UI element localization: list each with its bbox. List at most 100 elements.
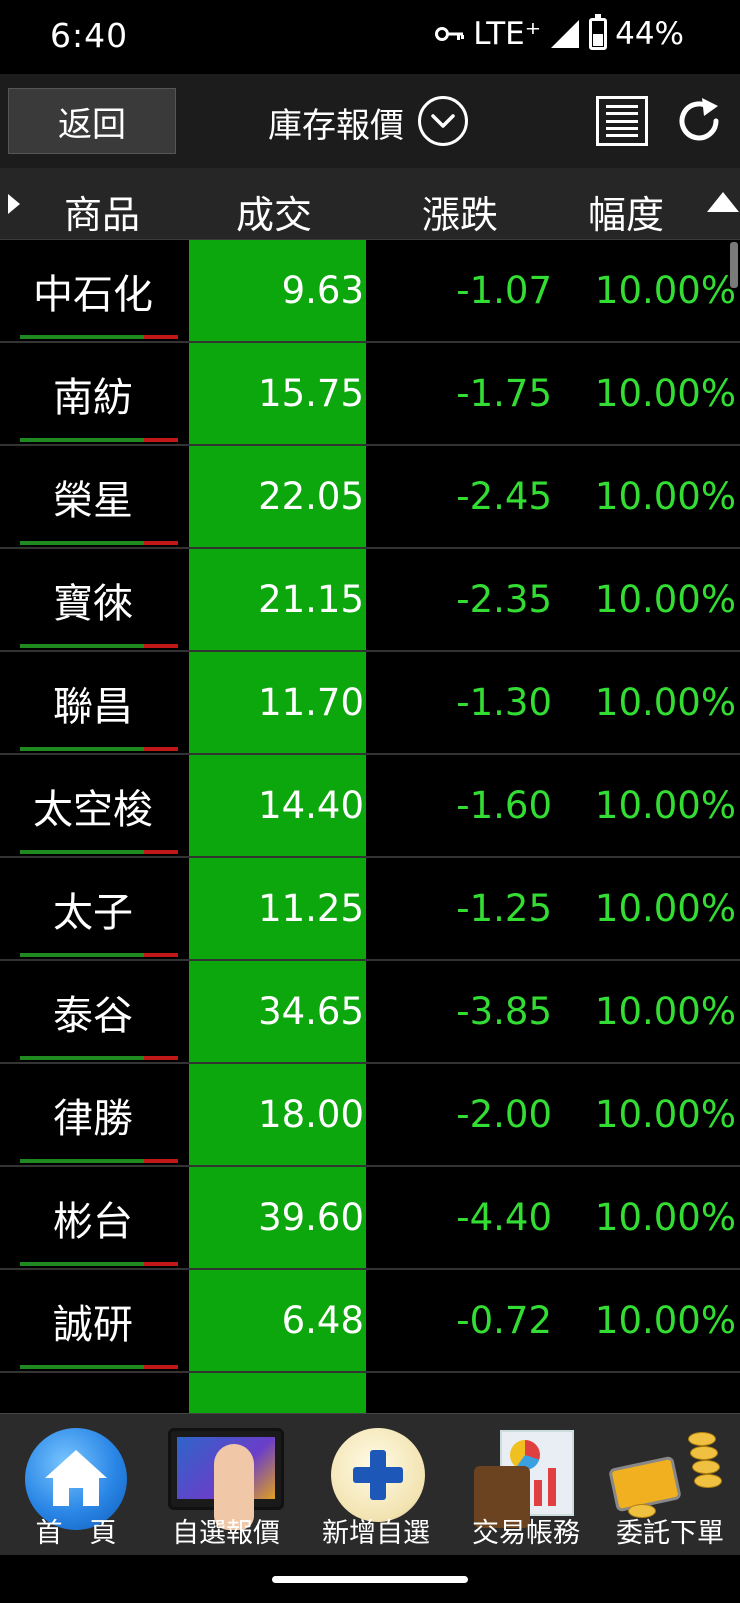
table-row[interactable]: 誠研 6.48 -0.72 10.00% xyxy=(0,1270,740,1373)
table-row[interactable]: 律勝 18.00 -2.00 10.00% xyxy=(0,1064,740,1167)
price-cell[interactable]: 15.75 xyxy=(189,343,366,444)
product-name[interactable]: 律勝 xyxy=(0,1064,186,1165)
table-row[interactable]: 太空梭 14.40 -1.60 10.00% xyxy=(0,755,740,858)
status-bar: 6:40 LTE⁺ 44% xyxy=(0,0,740,74)
change-cell[interactable]: -1.75 xyxy=(372,343,552,444)
percent-cell[interactable]: 10.00% xyxy=(556,343,736,444)
change-cell[interactable]: -2.45 xyxy=(372,446,552,547)
percent-cell[interactable]: 10.00% xyxy=(556,1270,736,1371)
product-name[interactable]: 中石化 xyxy=(0,240,186,341)
product-name[interactable]: 泰谷 xyxy=(0,961,186,1062)
chevron-down-circle-icon[interactable] xyxy=(418,96,468,146)
product-name-text: 中石化 xyxy=(33,271,153,318)
battery-percent: 44% xyxy=(615,16,684,52)
table-header: 商品 成交 漲跌 幅度 xyxy=(0,168,740,240)
change-cell[interactable]: -1.60 xyxy=(372,755,552,856)
percent-cell[interactable]: 10.00% xyxy=(556,1167,736,1268)
price-cell[interactable]: 11.70 xyxy=(189,652,366,753)
percent-cell[interactable]: 10.00% xyxy=(556,1064,736,1165)
quote-table[interactable]: 中石化 9.63 -1.07 10.00% 南紡 15.75 -1.75 10.00% 榮星 22… xyxy=(0,240,740,1413)
status-time: 6:40 xyxy=(50,16,129,55)
price-cell[interactable]: 21.15 xyxy=(189,549,366,650)
price-cell[interactable]: 11.25 xyxy=(189,858,366,959)
table-row[interactable]: 榮星 22.05 -2.45 10.00% xyxy=(0,446,740,549)
nav-account[interactable]: 交易帳務 xyxy=(452,1414,600,1556)
change-cell[interactable]: -1.07 xyxy=(372,240,552,341)
column-header-price[interactable]: 成交 xyxy=(236,184,312,239)
nav-order[interactable]: 委託下單 xyxy=(600,1414,740,1556)
table-row[interactable]: 泰谷 34.65 -3.85 10.00% xyxy=(0,961,740,1064)
column-header-percent[interactable]: 幅度 xyxy=(588,184,664,239)
volume-ratio-bar xyxy=(20,747,178,751)
nav-add-watch[interactable]: 新增自選 xyxy=(300,1414,452,1556)
column-header-change[interactable]: 漲跌 xyxy=(422,184,498,239)
table-row[interactable]: 聯昌 11.70 -1.30 10.00% xyxy=(0,652,740,755)
sort-ascending-icon[interactable] xyxy=(707,192,739,212)
table-row[interactable]: 中石化 9.63 -1.07 10.00% xyxy=(0,240,740,343)
product-name-text: 律勝 xyxy=(53,1095,133,1142)
volume-ratio-bar xyxy=(20,1056,178,1060)
percent-cell[interactable]: 10.00% xyxy=(556,446,736,547)
signal-icon xyxy=(551,20,580,48)
price-cell[interactable]: 34.65 xyxy=(189,961,366,1062)
change-cell[interactable]: -2.35 xyxy=(372,549,552,650)
percent-cell[interactable]: 10.00% xyxy=(556,549,736,650)
product-name-text: 聯昌 xyxy=(53,683,133,730)
change-cell[interactable]: -0.72 xyxy=(372,1270,552,1371)
volume-ratio-bar xyxy=(20,335,178,339)
status-icons: LTE⁺ 44% xyxy=(435,14,684,52)
change-cell[interactable]: -1.25 xyxy=(372,858,552,959)
nav-watchlist-label: 自選報價 xyxy=(172,1518,280,1549)
product-name[interactable]: 南紡 xyxy=(0,343,186,444)
product-name[interactable]: 寶徠 xyxy=(0,549,186,650)
product-name-text: 寶徠 xyxy=(53,580,133,627)
volume-ratio-bar xyxy=(20,541,178,545)
refresh-icon[interactable] xyxy=(672,94,726,148)
table-row[interactable]: 寶徠 21.15 -2.35 10.00% xyxy=(0,549,740,652)
price-cell[interactable]: 9.63 xyxy=(189,240,366,341)
volume-ratio-bar xyxy=(20,1159,178,1163)
table-row[interactable]: 南紡 15.75 -1.75 10.00% xyxy=(0,343,740,446)
nav-watchlist[interactable]: 自選報價 xyxy=(152,1414,300,1556)
price-cell[interactable]: 6.48 xyxy=(189,1270,366,1371)
scroll-left-arrow-icon[interactable] xyxy=(8,194,20,214)
percent-cell[interactable]: 10.00% xyxy=(556,961,736,1062)
product-name[interactable]: 誠研 xyxy=(0,1270,186,1371)
percent-cell[interactable]: 10.00% xyxy=(556,652,736,753)
change-cell[interactable]: -4.40 xyxy=(372,1167,552,1268)
percent-cell[interactable]: 10.00% xyxy=(556,240,736,341)
list-menu-icon[interactable] xyxy=(596,96,648,146)
percent-cell[interactable]: 10.00% xyxy=(556,858,736,959)
table-row-partial[interactable] xyxy=(0,1373,740,1413)
change-cell[interactable]: -1.30 xyxy=(372,652,552,753)
volume-ratio-bar xyxy=(20,1365,178,1369)
change-cell[interactable]: -2.00 xyxy=(372,1064,552,1165)
price-cell[interactable] xyxy=(189,1373,366,1413)
change-cell[interactable]: -3.85 xyxy=(372,961,552,1062)
percent-cell[interactable]: 10.00% xyxy=(556,755,736,856)
price-cell[interactable]: 22.05 xyxy=(189,446,366,547)
price-cell[interactable]: 14.40 xyxy=(189,755,366,856)
plus-icon xyxy=(331,1428,425,1522)
battery-icon xyxy=(589,14,608,50)
nav-order-label: 委託下單 xyxy=(616,1518,724,1549)
back-button[interactable]: 返回 xyxy=(8,88,176,154)
price-cell[interactable]: 39.60 xyxy=(189,1167,366,1268)
system-gesture-bar[interactable] xyxy=(272,1576,468,1583)
product-name-text: 太子 xyxy=(53,889,133,936)
table-row[interactable]: 彬台 39.60 -4.40 10.00% xyxy=(0,1167,740,1270)
nav-home[interactable]: 首 頁 xyxy=(0,1414,152,1556)
product-name[interactable]: 彬台 xyxy=(0,1167,186,1268)
price-cell[interactable]: 18.00 xyxy=(189,1064,366,1165)
column-header-product[interactable]: 商品 xyxy=(64,184,140,239)
page-title[interactable]: 庫存報價 xyxy=(268,98,404,147)
product-name[interactable]: 太子 xyxy=(0,858,186,959)
product-name[interactable]: 太空梭 xyxy=(0,755,186,856)
product-name[interactable]: 聯昌 xyxy=(0,652,186,753)
product-name-text: 誠研 xyxy=(53,1301,133,1348)
product-name[interactable]: 榮星 xyxy=(0,446,186,547)
product-name-text: 南紡 xyxy=(53,374,133,421)
table-row[interactable]: 太子 11.25 -1.25 10.00% xyxy=(0,858,740,961)
volume-ratio-bar xyxy=(20,438,178,442)
volume-ratio-bar xyxy=(20,850,178,854)
